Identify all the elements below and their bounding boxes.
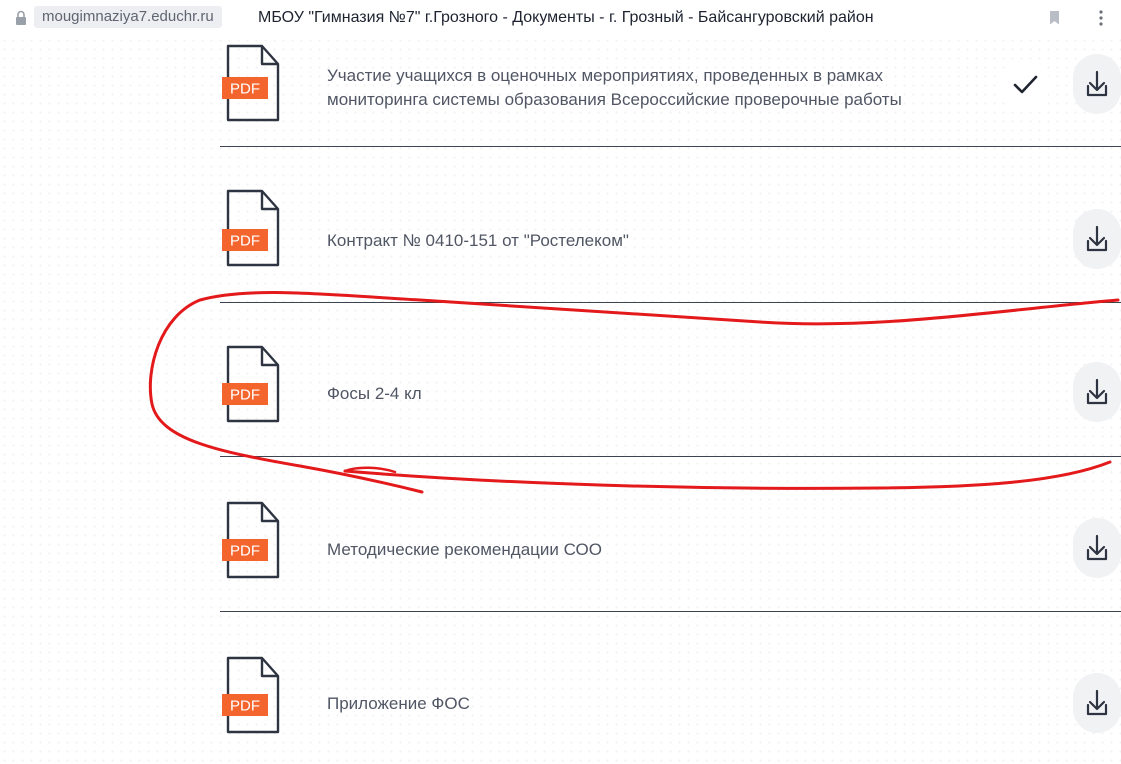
pdf-file-icon: PDF (222, 189, 280, 267)
list-item[interactable]: PDF (220, 612, 1121, 764)
more-vertical-icon[interactable] (1098, 9, 1104, 27)
download-icon[interactable] (1073, 362, 1121, 422)
browser-address-bar: mougimnaziya7.educhr.ru МБОУ "Гимназия №… (0, 0, 1121, 36)
pdf-file-icon: PDF (222, 345, 280, 423)
list-item[interactable]: PDF (220, 147, 1121, 302)
check-icon (1000, 60, 1050, 110)
pdf-file-icon: PDF (222, 501, 280, 579)
download-icon[interactable] (1073, 673, 1121, 733)
svg-text:PDF: PDF (230, 698, 260, 715)
document-title[interactable]: Фосы 2-4 кл (327, 382, 422, 405)
download-icon[interactable] (1073, 54, 1121, 114)
pdf-file-icon: PDF (222, 44, 280, 122)
document-title[interactable]: Контракт № 0410-151 от "Ростелеком" (327, 229, 629, 252)
document-title[interactable]: Приложение ФОС (327, 692, 470, 715)
bookmark-icon[interactable] (1050, 11, 1059, 24)
document-title[interactable]: Участие учащихся в оценочных мероприятия… (327, 64, 883, 87)
svg-text:PDF: PDF (230, 543, 260, 560)
document-title[interactable]: Методические рекомендации СОО (327, 538, 602, 561)
svg-text:PDF: PDF (230, 233, 260, 250)
list-item[interactable]: PDF (220, 457, 1121, 611)
svg-text:PDF: PDF (230, 387, 260, 404)
download-icon[interactable] (1073, 209, 1121, 269)
lock-icon (16, 10, 26, 25)
document-title[interactable]: мониторинга системы образования Всеросси… (327, 88, 902, 111)
documents-list: PDF Участие учащихся в оценочных меропри… (0, 0, 1121, 764)
list-item[interactable]: PDF (220, 303, 1121, 456)
svg-text:PDF: PDF (230, 81, 260, 98)
page-title: МБОУ "Гимназия №7" г.Грозного - Документ… (258, 9, 874, 26)
download-icon[interactable] (1073, 518, 1121, 578)
pdf-file-icon: PDF (222, 656, 280, 734)
url-field[interactable]: mougimnaziya7.educhr.ru (34, 6, 222, 28)
